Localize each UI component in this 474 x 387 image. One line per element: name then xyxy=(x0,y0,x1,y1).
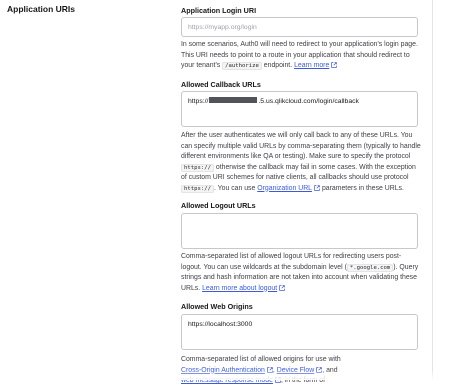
web-origins-help-text-1: Comma-separated list of allowed origins … xyxy=(181,356,341,363)
callback-help-text-4: parameters in these URLs. xyxy=(320,184,404,192)
callback-urls-label: Allowed Callback URLs xyxy=(181,80,261,89)
external-link-icon xyxy=(279,284,285,291)
web-origins-textarea[interactable]: https://localhost:3000 xyxy=(181,314,418,350)
callback-url-suffix: .5.us.qlikcloud.com/login/callback xyxy=(258,98,359,105)
callback-help-text-3: . You can use xyxy=(213,184,258,192)
callback-urls-help: After the user authenticates we will onl… xyxy=(181,131,421,194)
organization-url-link[interactable]: Organization URL xyxy=(257,185,312,192)
login-uri-input[interactable]: https://myapp.org/login xyxy=(181,17,418,37)
section-title: Application URIs xyxy=(7,4,76,14)
wildcard-code: *.google.com xyxy=(346,263,394,272)
logout-urls-help: Comma-separated list of allowed logout U… xyxy=(181,252,421,294)
redacted-block xyxy=(209,97,258,103)
callback-urls-value: https:// .5.us.qlikcloud.com/login/callba… xyxy=(188,97,359,108)
content-divider xyxy=(432,0,433,380)
login-uri-help-text-2: endpoint. xyxy=(261,62,293,69)
web-origins-value: https://localhost:3000 xyxy=(188,321,253,328)
learn-more-link[interactable]: Learn more xyxy=(294,62,329,69)
bottom-fade xyxy=(0,370,474,380)
login-uri-help: In some scenarios, Auth0 will need to re… xyxy=(181,40,421,72)
callback-help-text-2: otherwise the callback may fail in some … xyxy=(181,163,416,182)
logout-urls-textarea[interactable] xyxy=(181,213,418,249)
web-origins-label: Allowed Web Origins xyxy=(181,302,253,311)
callback-urls-textarea[interactable]: https:// .5.us.qlikcloud.com/login/callba… xyxy=(181,91,418,127)
https-code-2: https:// xyxy=(181,184,214,193)
external-link-icon xyxy=(331,62,338,68)
callback-url-prefix: https:// xyxy=(188,98,209,105)
login-uri-label: Application Login URI xyxy=(181,6,257,15)
authorize-code: /authorize xyxy=(222,62,262,70)
callback-help-text-1: After the user authenticates we will onl… xyxy=(181,132,421,160)
learn-more-logout-link[interactable]: Learn more about logout xyxy=(202,285,277,292)
logout-urls-label: Allowed Logout URLs xyxy=(181,201,256,210)
https-code-1: https:// xyxy=(181,163,214,172)
login-uri-placeholder: https://myapp.org/login xyxy=(188,24,257,31)
